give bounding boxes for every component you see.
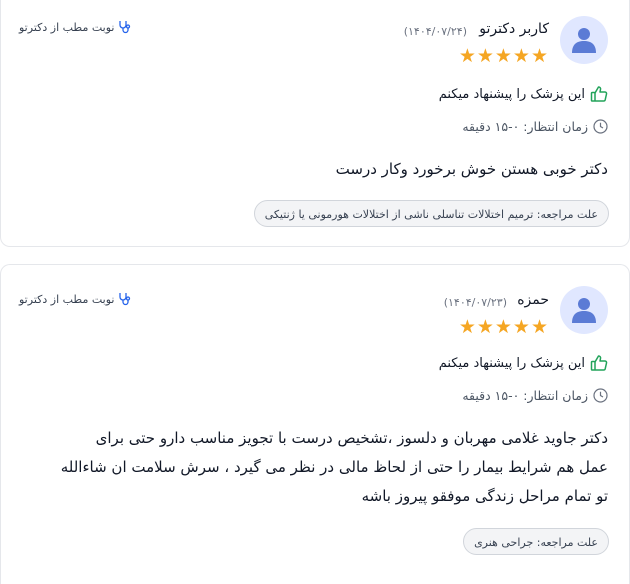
rating-stars: ★★★★★	[458, 316, 549, 338]
review-card: کاربر دکترتو (۱۴۰۴/۰۷/۲۴) ★★★★★ نوبت مطب…	[0, 0, 630, 247]
review-date: (۱۴۰۴/۰۷/۲۳)	[443, 296, 507, 309]
stethoscope-icon	[119, 293, 131, 306]
clock-icon	[593, 388, 608, 403]
wait-time-text: زمان انتظار: ۰-۱۵ دقیقه	[462, 119, 588, 134]
visit-reason-chip: علت مراجعه: جراحی هنری	[463, 528, 609, 555]
thumbs-up-icon	[590, 86, 608, 102]
review-comment: دکتر جاوید غلامی مهربان و دلسوز ،تشخیص د…	[16, 424, 608, 511]
review-comment-line: تو تمام مراحل زندگی موفقو پیروز باشه	[361, 487, 608, 505]
clock-icon	[593, 119, 608, 134]
rating-stars: ★★★★★	[458, 45, 549, 67]
avatar	[560, 286, 608, 334]
review-comment-line: عمل هم شرایط بیمار را حتی از لحاظ مالی د…	[60, 458, 608, 476]
booking-source-label: نوبت مطب از دکترتو	[19, 20, 115, 34]
visit-reason-label: علت مراجعه:	[536, 208, 598, 221]
review-card: حمزه (۱۴۰۴/۰۷/۲۳) ★★★★★ نوبت مطب از دکتر…	[0, 264, 630, 584]
review-comment-line: دکتر جاوید غلامی مهربان و دلسوز ،تشخیص د…	[95, 429, 608, 447]
user-icon	[572, 298, 596, 323]
booking-source: نوبت مطب از دکترتو	[19, 292, 132, 306]
booking-source: نوبت مطب از دکترتو	[19, 20, 132, 34]
visit-reason-value: جراحی هنری	[474, 536, 534, 549]
review-date: (۱۴۰۴/۰۷/۲۴)	[403, 25, 467, 38]
recommend-row: این پزشک را پیشنهاد میکنم	[439, 85, 608, 103]
thumbs-up-icon	[590, 355, 608, 371]
review-author: حمزه	[517, 292, 549, 308]
wait-time-text: زمان انتظار: ۰-۱۵ دقیقه	[462, 388, 588, 403]
recommend-text: این پزشک را پیشنهاد میکنم	[438, 355, 585, 371]
wait-time-row: زمان انتظار: ۰-۱۵ دقیقه	[462, 388, 608, 403]
visit-reason-chip: علت مراجعه: ترمیم اختلالات تناسلی ناشی ا…	[253, 200, 609, 227]
visit-reason-label: علت مراجعه:	[536, 536, 598, 549]
booking-source-label: نوبت مطب از دکترتو	[19, 292, 115, 306]
review-comment: دکتر خوبی هستن خوش برخورد وکار درست	[335, 160, 608, 178]
recommend-text: این پزشک را پیشنهاد میکنم	[438, 86, 585, 102]
avatar	[560, 16, 608, 64]
user-icon	[572, 28, 596, 53]
wait-time-row: زمان انتظار: ۰-۱۵ دقیقه	[462, 119, 608, 134]
stethoscope-icon	[119, 21, 131, 34]
review-author: کاربر دکترتو	[479, 21, 549, 37]
visit-reason-value: ترمیم اختلالات تناسلی ناشی از اختلالات ه…	[264, 208, 534, 221]
recommend-row: این پزشک را پیشنهاد میکنم	[439, 354, 608, 372]
